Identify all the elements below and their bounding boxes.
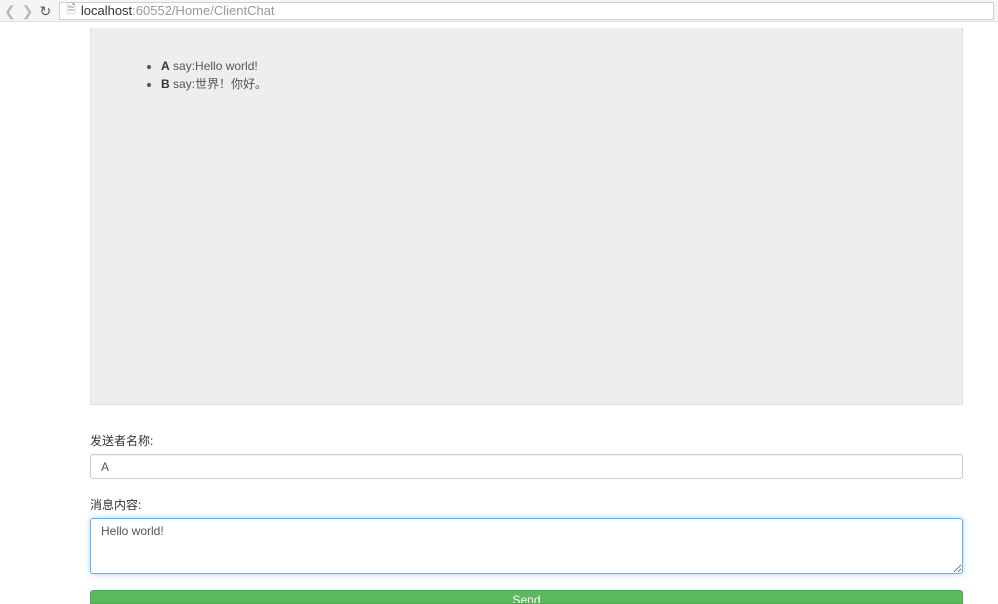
send-button[interactable]: Send [90,590,963,604]
message-sender: A [161,59,170,73]
message-say: say: [173,59,195,73]
browser-toolbar: ❮ ❯ ↻ 🗎 localhost:60552/Home/ClientChat [0,0,998,22]
list-item: A say:Hello world! [161,58,932,75]
url-path: :60552/Home/ClientChat [132,3,274,18]
message-text: Hello world! [195,59,258,73]
sender-name-input[interactable] [90,454,963,479]
message-text: 世界！你好。 [195,77,267,91]
address-bar[interactable]: 🗎 localhost:60552/Home/ClientChat [59,2,994,20]
message-sender: B [161,77,170,91]
forward-icon[interactable]: ❯ [22,4,34,18]
chat-message-list: A say:Hello world! B say:世界！你好。 [121,58,932,93]
reload-icon[interactable]: ↻ [39,4,51,18]
page-icon: 🗎 [66,0,76,21]
message-say: say: [173,77,195,91]
url-host: localhost [81,3,132,18]
message-content-label: 消息内容: [90,496,963,513]
message-content-textarea[interactable] [90,518,963,574]
chat-history-box[interactable]: A say:Hello world! B say:世界！你好。 [90,28,963,405]
back-icon[interactable]: ❮ [4,4,16,18]
sender-name-label: 发送者名称: [90,432,963,449]
chat-form: 发送者名称: 消息内容: Send [90,432,963,604]
nav-arrows: ❮ ❯ [4,4,33,18]
list-item: B say:世界！你好。 [161,76,932,93]
send-button-label: Send [512,593,540,604]
page-content: A say:Hello world! B say:世界！你好。 发送者名称: 消… [0,28,965,604]
